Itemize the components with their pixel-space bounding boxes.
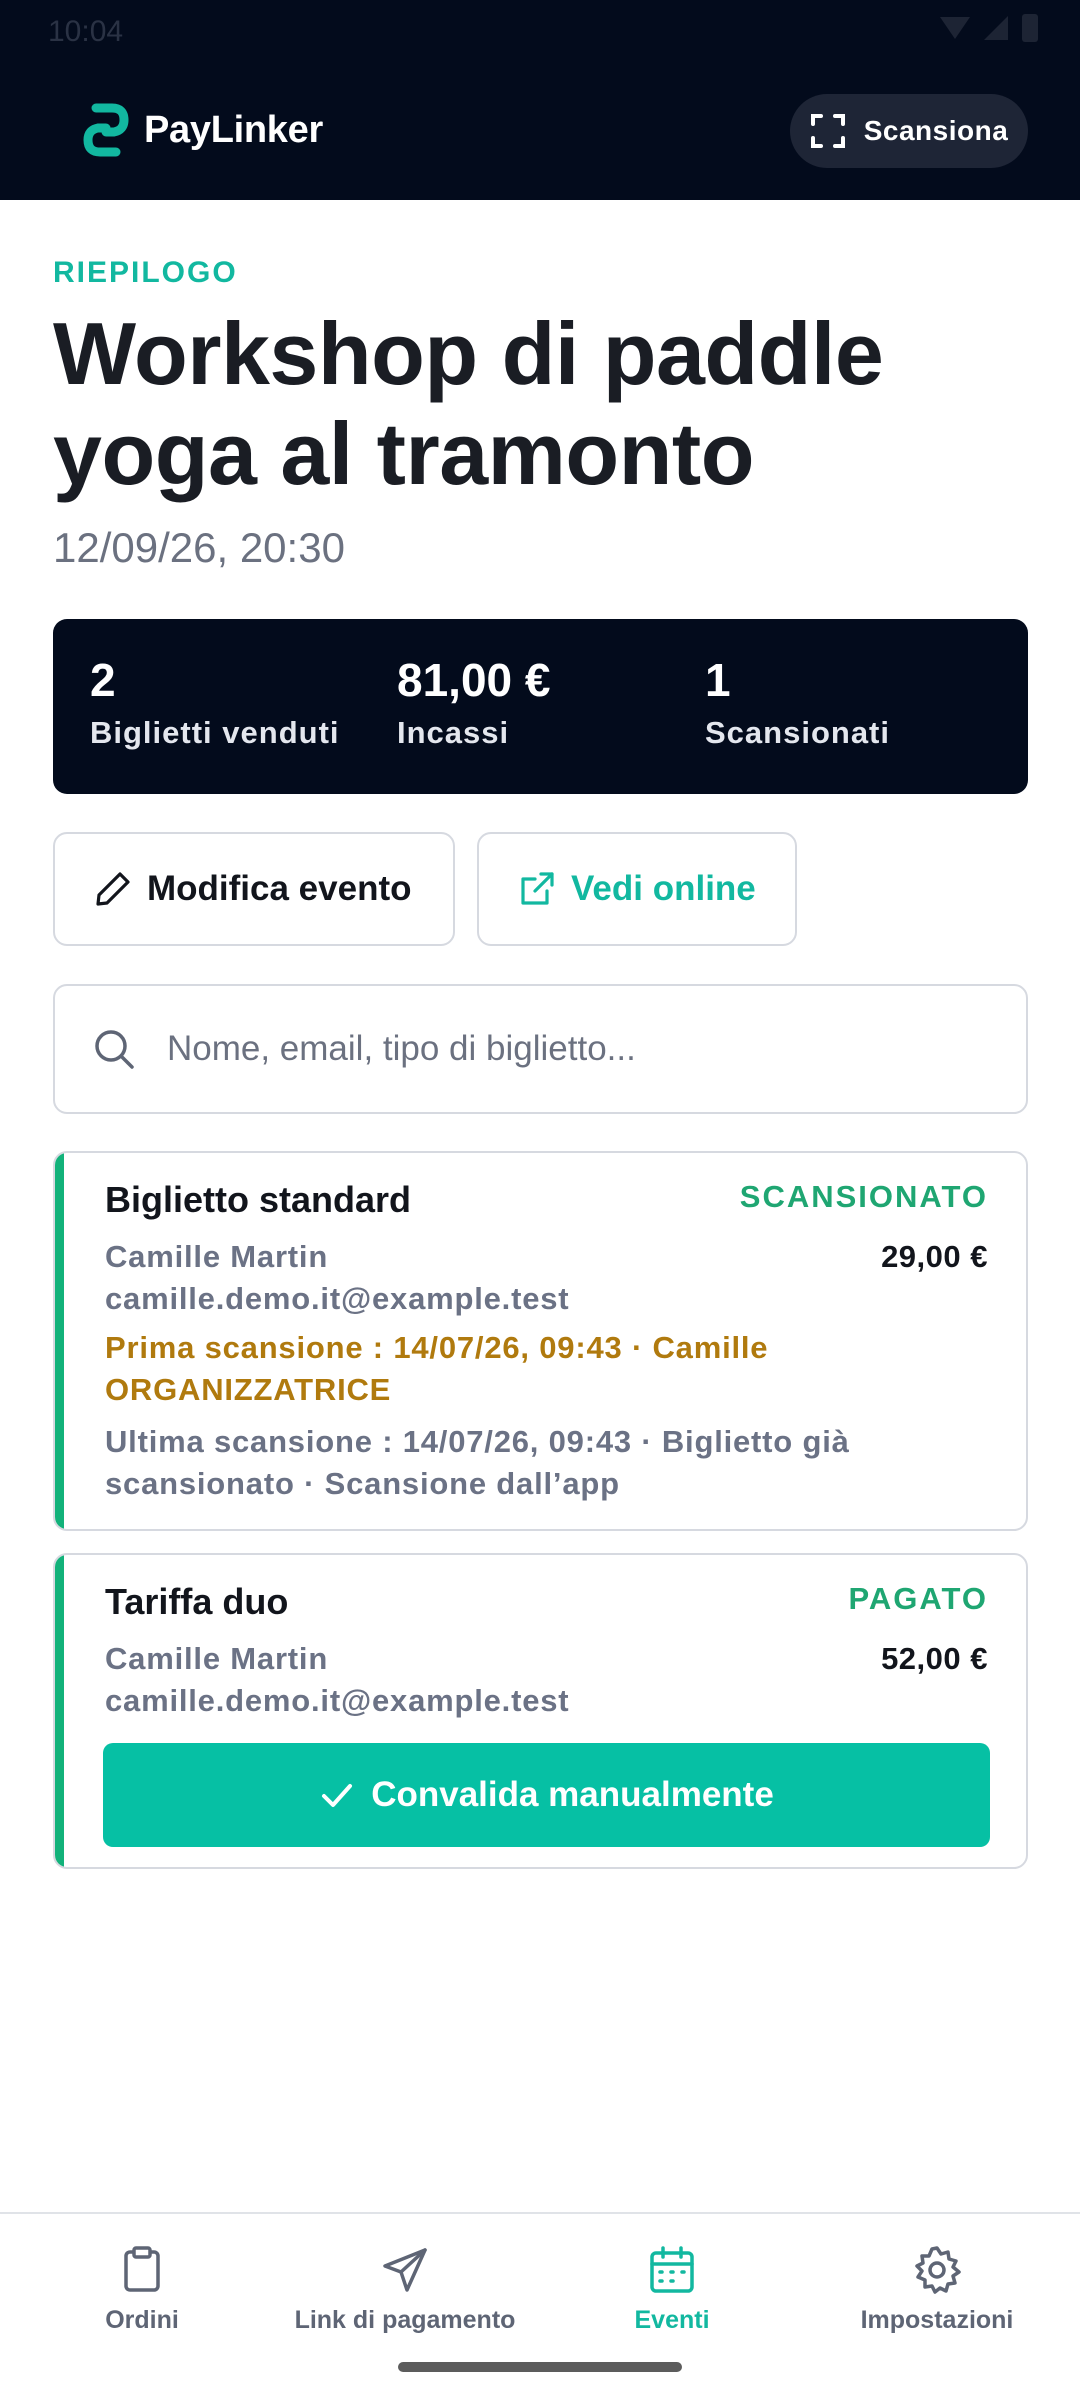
nav-item-payment-links[interactable]: Link di pagamento (270, 2244, 540, 2335)
signal-icon (984, 16, 1008, 40)
clipboard-icon (124, 2246, 160, 2292)
status-time: 10:04 (48, 15, 124, 48)
ticket-card[interactable]: Biglietto standard SCANSIONATO Camille M… (53, 1151, 1028, 1531)
first-scan-info: Prima scansione : 14/07/26, 09:43 · Cami… (105, 1330, 769, 1407)
brand: PayLinker (82, 100, 323, 160)
nav-item-events[interactable]: Eventi (537, 2244, 807, 2335)
validate-manually-label: Convalida manualmente (371, 1775, 774, 1814)
brand-name: PayLinker (144, 108, 323, 151)
stat-tickets-sold: 2 Biglietti venduti (90, 649, 340, 751)
nav-label: Eventi (634, 2306, 710, 2334)
nav-label: Ordini (105, 2306, 179, 2334)
scan-button[interactable]: Scansiona (790, 94, 1028, 168)
search-input[interactable] (167, 1029, 987, 1069)
status-badge: PAGATO (848, 1581, 988, 1616)
paylinker-logo-icon (83, 103, 129, 157)
view-online-label: Vedi online (571, 869, 756, 908)
ticket-holder-email: camille.demo.it@example.test (105, 1281, 570, 1316)
status-icons (940, 14, 1038, 42)
home-indicator[interactable] (398, 2362, 682, 2372)
ticket-type: Tariffa duo (105, 1581, 289, 1622)
search-field[interactable] (53, 984, 1028, 1114)
section-eyebrow: RIEPILOGO (53, 256, 238, 289)
nav-item-settings[interactable]: Impostazioni (802, 2244, 1072, 2335)
stat-value: 1 (705, 654, 731, 706)
event-title: Workshop di paddle yoga al tramonto (53, 304, 884, 503)
search-icon (95, 1030, 134, 1069)
pencil-icon (96, 872, 130, 906)
last-scan-info: Ultima scansione : 14/07/26, 09:43 · Big… (105, 1424, 850, 1501)
ticket-holder-email: camille.demo.it@example.test (105, 1683, 570, 1718)
view-online-button[interactable]: Vedi online (477, 832, 797, 946)
nav-item-orders[interactable]: Ordini (7, 2244, 277, 2335)
stats-panel: 2 Biglietti venduti 81,00 € Incassi 1 Sc… (53, 619, 1028, 794)
gear-icon (915, 2246, 961, 2294)
app-header: 10:04 PayLinker Scansiona (0, 0, 1080, 200)
stat-label: Scansionati (705, 715, 890, 750)
status-badge: SCANSIONATO (739, 1179, 988, 1214)
scan-frame-icon (810, 114, 845, 148)
external-link-icon (521, 872, 554, 905)
stat-scanned: 1 Scansionati (705, 649, 890, 751)
stat-label: Incassi (397, 715, 510, 750)
edit-event-label: Modifica evento (147, 869, 412, 908)
wifi-icon (940, 17, 970, 39)
edit-event-button[interactable]: Modifica evento (53, 832, 455, 946)
ticket-price: 29,00 € (881, 1239, 988, 1274)
stat-value: 81,00 € (397, 654, 551, 706)
calendar-icon (650, 2246, 694, 2293)
ticket-card[interactable]: Tariffa duo PAGATO Camille Martin 52,00 … (53, 1553, 1028, 1869)
status-bar: 10:04 (48, 12, 123, 52)
validate-manually-button[interactable]: Convalida manualmente (103, 1743, 990, 1847)
event-datetime: 12/09/26, 20:30 (53, 524, 345, 571)
ticket-type: Biglietto standard (105, 1179, 412, 1220)
send-icon (383, 2248, 427, 2292)
nav-label: Impostazioni (860, 2306, 1014, 2334)
battery-icon (1022, 14, 1038, 42)
nav-label: Link di pagamento (294, 2306, 516, 2334)
ticket-price: 52,00 € (881, 1641, 988, 1676)
stat-revenue: 81,00 € Incassi (397, 649, 550, 751)
ticket-holder-name: Camille Martin (105, 1239, 329, 1274)
checkmark-icon (322, 1784, 353, 1807)
ticket-holder-name: Camille Martin (105, 1641, 329, 1676)
stat-value: 2 (90, 654, 116, 706)
stat-label: Biglietti venduti (90, 715, 340, 750)
scan-button-label: Scansiona (863, 115, 1009, 146)
